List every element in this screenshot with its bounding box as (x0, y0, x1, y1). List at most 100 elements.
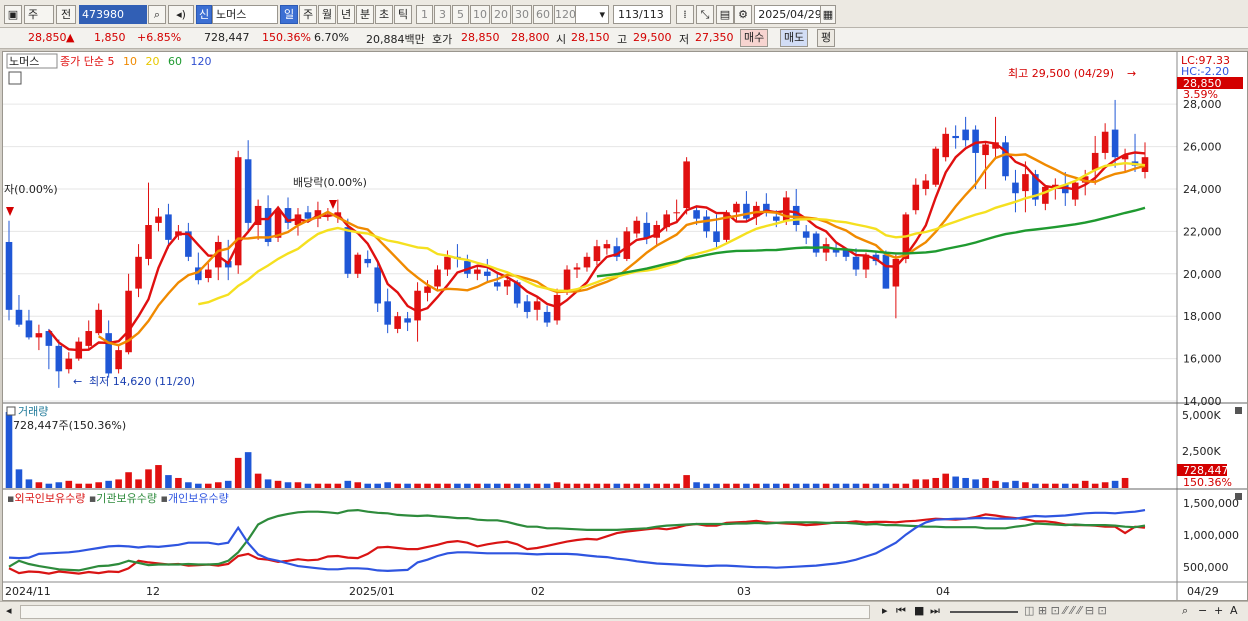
volume-bar (424, 483, 431, 488)
scroll-bar[interactable]: ◂ ▸ ⏮ ■ ⏭ ◫ ⊞ ⊡ ⁄⁄ ⁄⁄ ⁄⁄ ⊟ ⊡ ⌕ − + A (0, 601, 1248, 621)
volume-info: 728,447주(150.36%) (13, 419, 126, 432)
volume-bar (254, 473, 262, 488)
volume-bar (852, 483, 860, 488)
save-icon[interactable]: ▤ (716, 5, 734, 24)
volume-bar (145, 469, 152, 488)
table-icon[interactable] (8, 71, 22, 85)
stop-icon[interactable]: ■ (914, 604, 924, 617)
layout-icon[interactable]: ▣ (4, 5, 22, 24)
count-input[interactable]: 113/113 (613, 5, 671, 24)
date-input[interactable]: 2025/04/29 (754, 5, 826, 24)
period-button-1[interactable]: 주 (299, 5, 317, 24)
volume-bar (553, 482, 561, 488)
stock-badge: 신 (196, 5, 212, 24)
volume-bar (55, 482, 63, 488)
volume-bar (962, 477, 969, 488)
zoom-in-icon[interactable]: + (1214, 604, 1223, 617)
eval-button[interactable]: 평 (817, 29, 836, 47)
sound-icon[interactable]: ◂) (168, 5, 194, 24)
scroll-left-icon[interactable]: ◂ (6, 604, 12, 617)
market-select[interactable]: 주 (24, 5, 54, 24)
interval-button-60[interactable]: 60 (533, 5, 553, 24)
draw-icon[interactable]: ⤡ (696, 5, 714, 24)
chart-svg[interactable]: 노머스 종가 단순 5 10 20 60 120 최고 29,500 (04/2… (3, 52, 1247, 600)
volume-bar (364, 483, 372, 488)
volume-bar (264, 479, 272, 488)
dividend-marker-icon (329, 200, 337, 209)
candle-body (493, 282, 501, 287)
volume-panel-icon[interactable] (6, 406, 16, 416)
search-icon[interactable]: ⌕ (148, 5, 166, 24)
tools-icons[interactable]: ◫ ⊞ ⊡ ⁄⁄ ⁄⁄ ⁄⁄ ⊟ ⊡ (1024, 604, 1107, 617)
buy-button[interactable]: 매수 (740, 29, 769, 47)
volume-bar (703, 483, 710, 488)
legend-foreign: 외국인보유수량 (14, 492, 85, 505)
toolbar: ▣ 주 전 473980 ⌕ ◂) 신 노머스 ▾ 113/113 ⁞ ⤡ ▤ … (0, 0, 1248, 28)
quote-bar: 28,850 ▲ 1,850 +6.85% 728,447 150.36% 6.… (0, 28, 1248, 49)
volume-bar (862, 483, 870, 488)
volume-bar (404, 483, 411, 488)
volume-bar (713, 483, 720, 488)
font-size-icon[interactable]: A (1230, 604, 1238, 617)
volume-panel-close-icon[interactable] (1235, 407, 1242, 414)
price-axis: 28,000 26,000 24,000 22,000 20,000 18,000 16,0… (1183, 98, 1222, 408)
price-tick: 18,000 (1183, 310, 1222, 323)
candle-body (374, 267, 381, 304)
zoom-out-icon[interactable]: − (1198, 604, 1207, 617)
candle-body (743, 203, 750, 219)
candle-body (125, 290, 132, 353)
price-change: 1,850 (94, 31, 126, 44)
interval-button-30[interactable]: 30 (512, 5, 532, 24)
interval-select[interactable]: ▾ (573, 5, 609, 24)
candle-body (733, 203, 740, 213)
holding-panel-close-icon[interactable] (1235, 493, 1242, 500)
interval-button-5[interactable]: 5 (452, 5, 469, 24)
period-button-5[interactable]: 초 (375, 5, 393, 24)
volume-bar (175, 477, 182, 488)
volume-tick-5000k: 5,000K (1182, 409, 1221, 422)
period-type-select[interactable]: 전 (56, 5, 76, 24)
volume-bar (683, 475, 690, 488)
candle-body (15, 309, 23, 325)
zoom-slider[interactable] (950, 611, 1018, 613)
interval-button-10[interactable]: 10 (470, 5, 490, 24)
interval-button-1[interactable]: 1 (416, 5, 433, 24)
candle-body (603, 244, 611, 249)
period-button-2[interactable]: 월 (318, 5, 336, 24)
period-button-4[interactable]: 분 (356, 5, 374, 24)
scroll-track[interactable] (20, 605, 870, 619)
period-button-6[interactable]: 틱 (394, 5, 412, 24)
scroll-right-icon[interactable]: ▸ (882, 604, 888, 617)
first-page-icon[interactable]: ⏮ (896, 604, 906, 618)
last-page-icon[interactable]: ⏭ (930, 604, 940, 618)
volume-bar (922, 479, 930, 488)
period-button-3[interactable]: 년 (337, 5, 355, 24)
volume-bar (1091, 483, 1099, 488)
candle-body (533, 301, 541, 310)
chart-area[interactable]: 노머스 종가 단순 5 10 20 60 120 최고 29,500 (04/2… (2, 51, 1248, 601)
turnover: 6.70% (314, 31, 349, 44)
volume-bar (503, 483, 511, 488)
grid-icon[interactable]: ⁞ (676, 5, 694, 24)
interval-button-20[interactable]: 20 (491, 5, 511, 24)
count-total: /113 (639, 8, 664, 21)
holding-lines (8, 508, 1146, 575)
volume-bar (374, 483, 381, 488)
candle-body (165, 214, 172, 240)
gear-icon[interactable]: ⚙ (734, 5, 752, 24)
interval-button-3[interactable]: 3 (434, 5, 451, 24)
calendar-icon[interactable]: ▦ (820, 5, 836, 24)
volume-bar (25, 479, 33, 488)
stock-name-field[interactable]: 노머스 (212, 5, 278, 24)
candle-body (503, 280, 511, 287)
zoom-search-icon[interactable]: ⌕ (1182, 604, 1188, 618)
period-button-0[interactable]: 일 (280, 5, 298, 24)
sell-button[interactable]: 매도 (780, 29, 809, 47)
dividend-note-left: 자(0.00%) (4, 183, 58, 196)
volume-bar (533, 483, 541, 488)
candle-body (922, 180, 930, 189)
volume-bar (214, 482, 222, 488)
interval-button-120[interactable]: 120 (554, 5, 576, 24)
stock-code-input[interactable]: 473980 (79, 5, 147, 24)
volume-bar (1012, 480, 1019, 488)
